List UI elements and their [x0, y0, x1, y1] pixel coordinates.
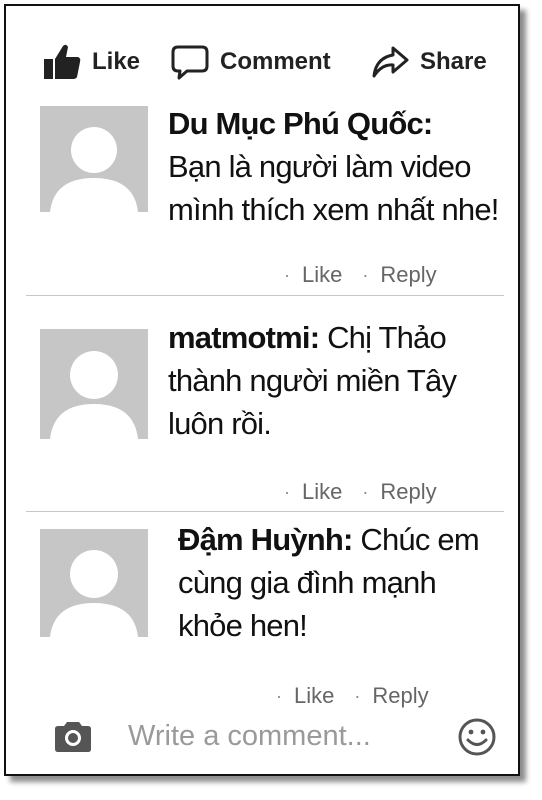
thumbs-up-icon: [42, 43, 82, 81]
share-action-label: Share: [420, 48, 487, 75]
comment-text-line: cùng gia đình mạnh: [178, 565, 437, 600]
comment-actions: · Like · Reply: [264, 683, 429, 709]
separator-dot: ·: [284, 481, 290, 502]
comment-like-link[interactable]: Like: [302, 479, 342, 505]
comment-body: Du Mục Phú Quốc: Bạn là người làm video …: [168, 102, 513, 231]
default-avatar-icon: [40, 529, 148, 637]
comment-like-link[interactable]: Like: [302, 262, 342, 288]
like-action-button[interactable]: Like: [42, 42, 140, 82]
comment-text-line: khỏe hen!: [178, 608, 308, 643]
comment-reply-link[interactable]: Reply: [380, 479, 436, 505]
divider: [26, 511, 504, 512]
camera-icon[interactable]: [52, 720, 94, 759]
like-action-label: Like: [92, 48, 141, 75]
comment-actions: · Like · Reply: [272, 479, 437, 505]
comment-body: Đậm Huỳnh: Chúc em cùng gia đình mạnh kh…: [178, 518, 513, 647]
comment-composer: Write a comment...: [6, 710, 518, 766]
separator-dot: ·: [284, 264, 290, 285]
comment-input[interactable]: Write a comment...: [128, 720, 371, 753]
comment-text-line: Chị Thảo: [319, 320, 447, 355]
avatar[interactable]: [40, 529, 148, 637]
comment-action-label: Comment: [220, 48, 331, 75]
comments-panel: Like Comment Share Du Mục Phú Quốc: Bạn …: [4, 4, 520, 776]
divider: [26, 295, 504, 296]
separator-dot: ·: [354, 685, 361, 706]
speech-bubble-icon: [170, 43, 210, 81]
comment-text-line: Bạn là người làm video: [168, 149, 471, 184]
smiley-icon[interactable]: [456, 716, 498, 763]
comment-text-line: Chúc em: [352, 522, 479, 557]
comment-text-line: thành người miền Tây: [168, 363, 457, 398]
default-avatar-icon: [40, 106, 148, 212]
avatar[interactable]: [40, 329, 148, 439]
comment-actions: · Like · Reply: [272, 262, 437, 288]
action-bar: Like Comment Share: [6, 6, 518, 98]
share-arrow-icon: [370, 43, 410, 81]
comment-author[interactable]: Du Mục Phú Quốc:: [168, 106, 433, 141]
comment-body: matmotmi: Chị Thảo thành người miền Tây …: [168, 316, 513, 445]
comment-reply-link[interactable]: Reply: [372, 683, 428, 709]
comment-like-link[interactable]: Like: [294, 683, 334, 709]
separator-dot: ·: [362, 264, 369, 285]
comment-text-line: mình thích xem nhất nhe!: [168, 192, 499, 227]
comment-text-line: luôn rồi.: [168, 406, 272, 441]
comment-action-button[interactable]: Comment: [170, 42, 331, 82]
comment-reply-link[interactable]: Reply: [380, 262, 436, 288]
default-avatar-icon: [40, 329, 148, 439]
avatar[interactable]: [40, 106, 148, 212]
comment-author[interactable]: Đậm Huỳnh:: [178, 522, 353, 557]
separator-dot: ·: [362, 481, 369, 502]
separator-dot: ·: [276, 685, 282, 706]
comment-author[interactable]: matmotmi:: [168, 320, 320, 355]
share-action-button[interactable]: Share: [370, 42, 487, 82]
